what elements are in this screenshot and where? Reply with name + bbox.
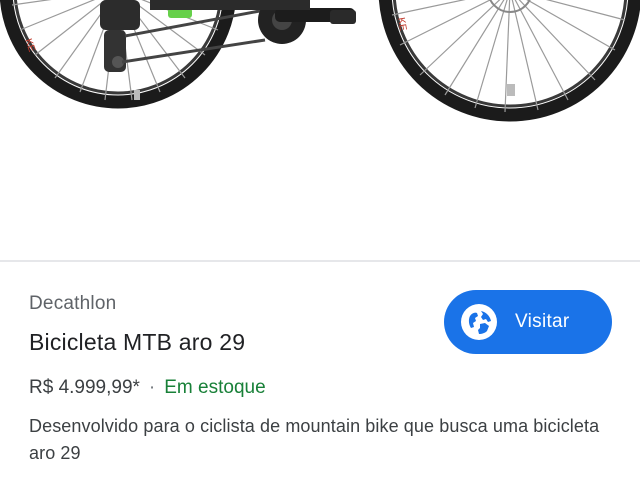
svg-text:KE: KE — [395, 17, 408, 32]
price-row: R$ 4.999,99* · Em estoque — [29, 377, 266, 399]
front-wheel: KE — [378, 0, 640, 122]
stock-status: Em estoque — [164, 377, 266, 398]
visit-button-label: Visitar — [515, 311, 570, 332]
bicycle-illustration: KE KE — [0, 0, 640, 122]
product-image[interactable]: KE KE — [0, 0, 640, 260]
price: R$ 4.999,99* — [29, 377, 140, 398]
merchant-name[interactable]: Decathlon — [29, 293, 116, 315]
product-info: Decathlon Bicicleta MTB aro 29 R$ 4.999,… — [0, 262, 640, 480]
product-title[interactable]: Bicicleta MTB aro 29 — [29, 329, 245, 356]
product-description: Desenvolvido para o ciclista de mountain… — [29, 416, 600, 463]
separator-dot: · — [148, 377, 156, 398]
visit-button[interactable]: Visitar — [444, 290, 612, 354]
globe-icon — [461, 304, 497, 340]
product-card: KE KE Decathlon Bicicleta MTB aro 29 R$ … — [0, 0, 640, 480]
